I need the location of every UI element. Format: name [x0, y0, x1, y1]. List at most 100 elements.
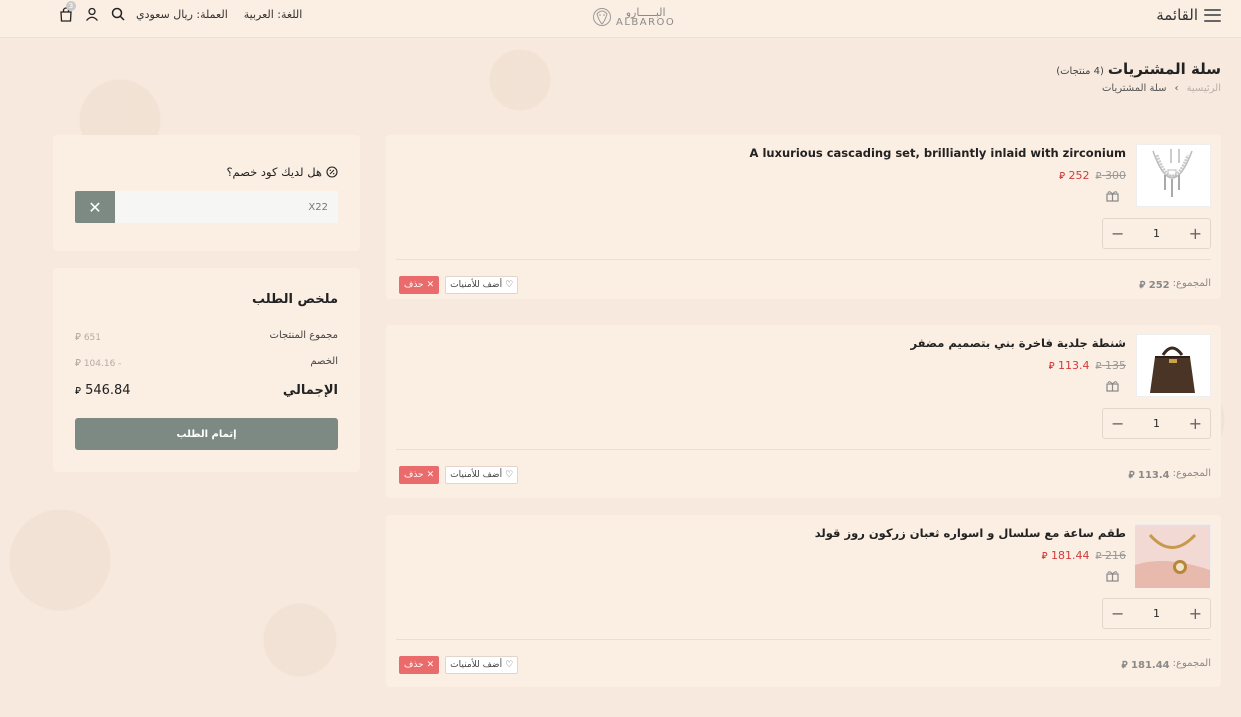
quantity-stepper: + 1 −	[1102, 598, 1211, 629]
coupon-question: هل لديك كود خصم؟	[226, 165, 338, 179]
heart-icon: ♡	[505, 660, 514, 670]
search-button[interactable]	[110, 6, 126, 22]
subtotal-label: مجموع المنتجات	[269, 330, 338, 341]
menu-button[interactable]: القائمة	[1156, 6, 1221, 24]
item-total-label: المجموع:	[1172, 658, 1211, 669]
search-icon	[111, 7, 125, 21]
product-image[interactable]	[1136, 144, 1211, 207]
heart-icon: ♡	[505, 280, 514, 290]
decrease-qty-button[interactable]: −	[1111, 225, 1124, 242]
divider	[396, 639, 1211, 640]
price-row: 300 ⃁ 252 ⃁	[1059, 169, 1126, 182]
item-total-label: المجموع:	[1172, 278, 1211, 289]
clear-coupon-button[interactable]: ✕	[75, 191, 115, 223]
site-header: القائمة البـــــارو ALBAROO 3 العملة: ري…	[0, 0, 1241, 38]
product-name[interactable]: شنطة جلدية فاخرة بني بتصميم مضفر	[911, 336, 1127, 350]
hamburger-icon	[1204, 8, 1221, 22]
lion-logo-icon	[593, 8, 611, 26]
quantity-stepper: + 1 −	[1102, 218, 1211, 249]
breadcrumb-home-link[interactable]: الرئيسية	[1187, 83, 1221, 94]
discount-icon	[326, 166, 338, 178]
item-total: المجموع: 113.4 ⃁	[1129, 468, 1211, 481]
grand-total-row: الإجمالي ⃁ 546.84	[75, 383, 338, 398]
gift-wrap-icon	[1106, 191, 1119, 202]
quantity-stepper: + 1 −	[1102, 408, 1211, 439]
summary-title: ملخص الطلب	[251, 292, 338, 307]
increase-qty-button[interactable]: +	[1189, 605, 1202, 622]
gift-wrap-icon	[1106, 571, 1119, 582]
site-logo[interactable]: البـــــارو ALBAROO	[592, 3, 684, 31]
add-to-wishlist-button[interactable]: ♡ أضف للأمنيات	[445, 466, 519, 484]
close-icon: ✕	[426, 280, 435, 290]
item-total: المجموع: 252 ⃁	[1139, 278, 1211, 291]
add-to-wishlist-button[interactable]: ♡ أضف للأمنيات	[445, 276, 519, 294]
gift-wrap-icon	[1106, 381, 1119, 392]
page-title: سلة المشتريات (4 منتجات)	[1056, 60, 1221, 78]
divider	[396, 259, 1211, 260]
cart-item: A luxurious cascading set, brilliantly i…	[386, 135, 1221, 299]
item-total-value: 113.4 ⃁	[1128, 470, 1170, 481]
header-tools: 3 العملة: ريال سعودي اللغة: العربية	[58, 1, 303, 22]
product-image[interactable]	[1136, 334, 1211, 397]
cart-item: طقم ساعة مع سلسال و اسواره ثعبان زركون ر…	[386, 515, 1221, 687]
item-actions: ✕ حذف ♡ أضف للأمنيات	[399, 276, 519, 294]
cart-button[interactable]: 3	[58, 1, 76, 22]
user-icon	[86, 7, 98, 21]
item-total: المجموع: 181.44 ⃁	[1122, 658, 1211, 671]
increase-qty-button[interactable]: +	[1189, 225, 1202, 242]
price-row: 216 ⃁ 181.44 ⃁	[1042, 549, 1126, 562]
handbag-image	[1150, 346, 1195, 393]
discount-row: الخصم ⃁ 104.16 -	[75, 356, 338, 369]
coupon-row: ✕	[75, 191, 338, 223]
currency-selector[interactable]: العملة: ريال سعودي	[136, 8, 228, 21]
menu-label: القائمة	[1156, 6, 1198, 24]
decrease-qty-button[interactable]: −	[1111, 605, 1124, 622]
divider	[396, 449, 1211, 450]
quantity-value: 1	[1153, 227, 1160, 240]
coupon-question-text: هل لديك كود خصم؟	[226, 165, 322, 179]
heart-icon: ♡	[505, 470, 514, 480]
product-name[interactable]: A luxurious cascading set, brilliantly i…	[750, 146, 1126, 160]
sale-price: 113.4 ⃁	[1048, 359, 1090, 372]
product-image[interactable]	[1135, 524, 1211, 588]
close-icon: ✕	[426, 470, 435, 480]
product-name[interactable]: طقم ساعة مع سلسال و اسواره ثعبان زركون ر…	[815, 526, 1126, 540]
grand-total-value: ⃁ 546.84	[75, 383, 131, 398]
item-total-label: المجموع:	[1172, 468, 1211, 479]
item-actions: ✕ حذف ♡ أضف للأمنيات	[399, 656, 519, 674]
subtotal-value: ⃁ 651	[75, 332, 102, 343]
item-total-value: 252 ⃁	[1139, 280, 1170, 291]
old-price: 300 ⃁	[1095, 169, 1126, 182]
account-button[interactable]	[84, 6, 100, 22]
discount-label: الخصم	[310, 356, 338, 367]
language-selector[interactable]: اللغة: العربية	[244, 8, 303, 21]
order-summary-panel: ملخص الطلب مجموع المنتجات ⃁ 651 الخصم ⃁ …	[53, 268, 360, 472]
delete-button[interactable]: ✕ حذف	[399, 276, 440, 294]
old-price: 135 ⃁	[1095, 359, 1126, 372]
sale-price: 181.44 ⃁	[1041, 549, 1090, 562]
watch-set-image	[1135, 525, 1210, 588]
close-icon: ✕	[88, 197, 102, 217]
item-actions: ✕ حذف ♡ أضف للأمنيات	[399, 466, 519, 484]
subtotal-row: مجموع المنتجات ⃁ 651	[75, 330, 338, 343]
breadcrumb: الرئيسية › سلة المشتريات	[1102, 83, 1221, 94]
grand-total-label: الإجمالي	[282, 383, 338, 398]
increase-qty-button[interactable]: +	[1189, 415, 1202, 432]
delete-button[interactable]: ✕ حذف	[399, 466, 440, 484]
checkout-button[interactable]: إتمام الطلب	[75, 418, 338, 450]
breadcrumb-separator: ›	[1174, 83, 1179, 94]
quantity-value: 1	[1153, 417, 1160, 430]
item-total-value: 181.44 ⃁	[1121, 660, 1170, 671]
close-icon: ✕	[426, 660, 435, 670]
coupon-input[interactable]	[115, 191, 338, 223]
page-title-text: سلة المشتريات	[1107, 60, 1221, 78]
necklace-image	[1152, 149, 1193, 197]
discount-value: ⃁ 104.16 -	[75, 358, 122, 369]
cart-item: شنطة جلدية فاخرة بني بتصميم مضفر 135 ⃁ 1…	[386, 325, 1221, 498]
delete-button[interactable]: ✕ حذف	[399, 656, 440, 674]
coupon-panel: هل لديك كود خصم؟ ✕	[53, 135, 360, 251]
decrease-qty-button[interactable]: −	[1111, 415, 1124, 432]
price-row: 135 ⃁ 113.4 ⃁	[1049, 359, 1126, 372]
logo-english-text: ALBAROO	[616, 16, 676, 28]
add-to-wishlist-button[interactable]: ♡ أضف للأمنيات	[445, 656, 519, 674]
